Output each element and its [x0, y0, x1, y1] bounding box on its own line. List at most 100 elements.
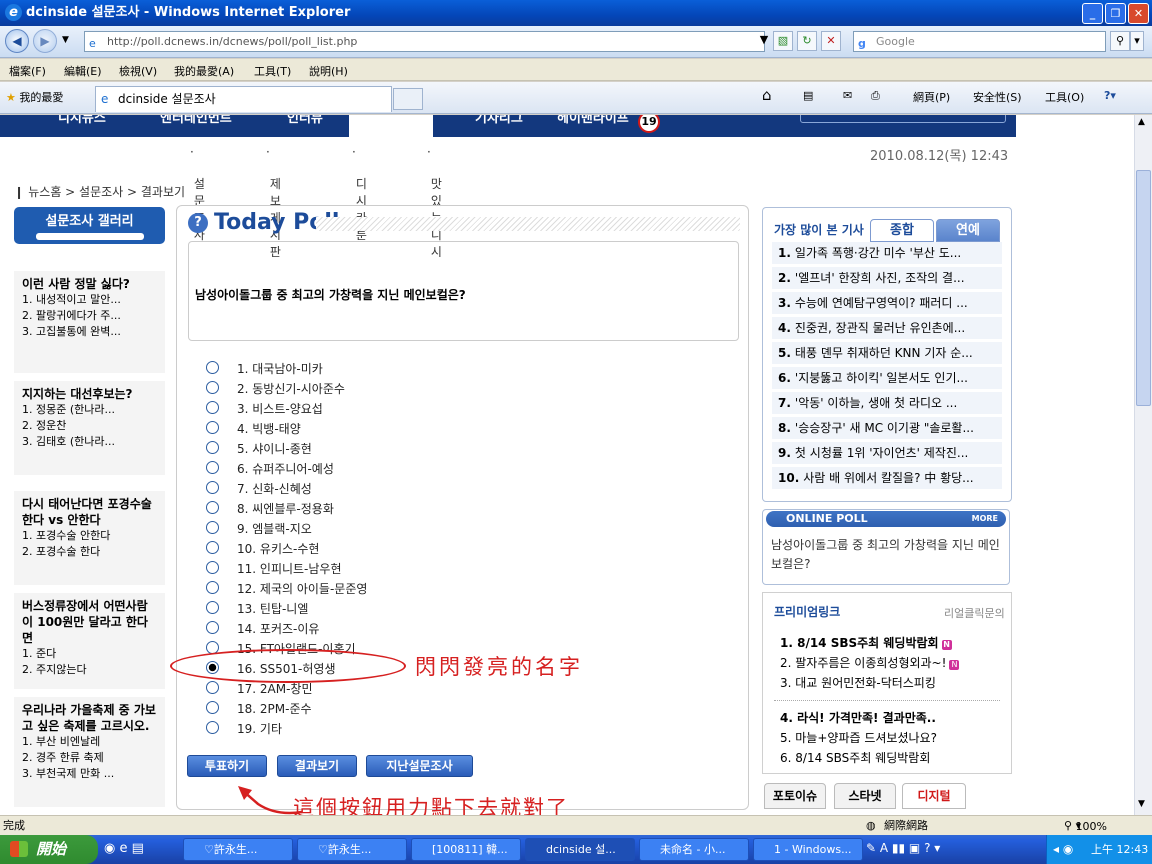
tab-overall[interactable]: 종합 — [870, 219, 934, 242]
menu-tools[interactable]: 工具(T) — [254, 63, 291, 79]
ranking-item[interactable]: 3. 수능에 연예탐구영역이? 패러디 ... — [772, 292, 1002, 314]
scroll-thumb[interactable] — [1136, 170, 1151, 406]
ranking-item[interactable]: 9. 첫 시청률 1위 '자이언츠' 제작진... — [772, 442, 1002, 464]
radio-button[interactable] — [206, 441, 219, 454]
scroll-down-icon[interactable]: ▼ — [1138, 799, 1145, 809]
mail-icon[interactable]: ✉ — [843, 89, 852, 102]
ranking-item[interactable]: 2. '엘프녀' 한장희 사진, 조작의 결... — [772, 267, 1002, 289]
menu-favorites[interactable]: 我的最愛(A) — [174, 63, 234, 79]
gallery-poll-item[interactable]: 이런 사람 정말 싫다? 1. 내성적이고 말안... 2. 팔랑귀에다가 주.… — [14, 271, 165, 373]
gallery-poll-item[interactable]: 버스정류장에서 어떤사람이 100원만 달라고 한다면 1. 준다 2. 주지않… — [14, 593, 165, 689]
taskbar-task[interactable]: ♡許永生... — [183, 838, 293, 861]
safety-menu[interactable]: 安全性(S) — [973, 89, 1022, 105]
subnav-cartoon[interactable]: · 디시카툰 — [352, 145, 367, 242]
tab-starnet[interactable]: 스타넷 — [834, 783, 896, 809]
nav-tab[interactable]: 헤이맨라이프 — [557, 115, 629, 126]
refresh-icon[interactable]: ↻ — [797, 31, 817, 51]
quicklaunch-icons[interactable]: ◉ e ▤ — [104, 841, 144, 856]
radio-button[interactable] — [206, 381, 219, 394]
minimize-button[interactable]: _ — [1082, 3, 1103, 24]
address-input[interactable]: e http://poll.dcnews.in/dcnews/poll/poll… — [84, 31, 765, 52]
radio-button[interactable] — [206, 541, 219, 554]
radio-button[interactable] — [206, 461, 219, 474]
ranking-item[interactable]: 7. '악동' 이하늘, 생애 첫 라디오 ... — [772, 392, 1002, 414]
nav-tab[interactable]: 인터뷰 — [287, 115, 323, 126]
premium-link[interactable]: 2. 팔자주름은 이종희성형외과~! N — [780, 654, 960, 671]
subnav-poll[interactable]: · 설문조사 — [190, 145, 205, 242]
radio-button[interactable] — [206, 501, 219, 514]
radio-button[interactable] — [206, 401, 219, 414]
results-button[interactable]: 결과보기 — [277, 755, 357, 777]
premium-ask-link[interactable]: 리얼클릭문의 — [944, 605, 1005, 621]
vertical-scrollbar[interactable]: ▲ ▼ — [1134, 115, 1152, 815]
tools-menu[interactable]: 工具(O) — [1045, 89, 1084, 105]
radio-button[interactable] — [206, 621, 219, 634]
taskbar-task[interactable]: ♡許永生... — [297, 838, 407, 861]
menu-file[interactable]: 檔案(F) — [9, 63, 46, 79]
premium-link[interactable]: 4. 라식! 가격만족! 결과만족.. — [780, 709, 936, 726]
nav-tab[interactable]: 엔터테인먼트 — [160, 115, 232, 126]
taskbar-task[interactable]: 未命名 - 小... — [639, 838, 749, 861]
zoom-control[interactable]: ⚲ 100% ▾ — [1064, 817, 1107, 835]
new-tab-button[interactable] — [393, 88, 423, 110]
menu-help[interactable]: 說明(H) — [309, 63, 348, 79]
more-link[interactable]: MORE — [972, 511, 998, 527]
favorites-button[interactable]: ★ 我的最愛 — [6, 89, 63, 105]
feeds-icon[interactable]: ▤ — [803, 89, 813, 102]
start-button[interactable]: 開始 — [0, 835, 98, 864]
premium-link[interactable]: 5. 마늘+양파즙 드셔보셨나요? — [780, 729, 937, 746]
gallery-poll-item[interactable]: 지지하는 대선후보는? 1. 정몽준 (한나라... 2. 정운찬 3. 김태호… — [14, 381, 165, 475]
help-icon[interactable]: ?▾ — [1104, 89, 1116, 102]
menu-edit[interactable]: 編輯(E) — [64, 63, 102, 79]
close-window-button[interactable]: ✕ — [1128, 3, 1149, 24]
ranking-item[interactable]: 6. '지붕뚫고 하이킥' 일본서도 인기... — [772, 367, 1002, 389]
page-menu[interactable]: 網頁(P) — [913, 89, 950, 105]
subnav-tasty[interactable]: · 맛있는 디시 — [427, 145, 442, 259]
print-icon[interactable]: ⎙ — [871, 89, 880, 103]
ranking-item[interactable]: 1. 일가족 폭행·강간 미수 '부산 도... — [772, 242, 1002, 264]
online-poll-text[interactable]: 남성아이돌그룹 중 최고의 가창력을 지닌 메인보컬은? — [771, 536, 1007, 574]
radio-button[interactable] — [206, 561, 219, 574]
tab-photo-issue[interactable]: 포토이슈 — [764, 783, 826, 809]
radio-button[interactable] — [206, 701, 219, 714]
menu-view[interactable]: 檢視(V) — [119, 63, 157, 79]
home-icon[interactable]: ⌂ — [762, 86, 772, 104]
tab-entertainment[interactable]: 연예 — [936, 219, 1000, 242]
premium-link[interactable]: 6. 8/14 SBS주최 웨딩박람회 — [780, 749, 930, 766]
back-button[interactable]: ◀ — [5, 29, 29, 53]
search-options-icon[interactable]: ▾ — [1130, 31, 1144, 51]
premium-link[interactable]: 3. 대교 원어민전화-닥터스피킹 — [780, 674, 936, 691]
ranking-item[interactable]: 10. 사람 배 위에서 칼질을? 中 황당... — [772, 467, 1002, 489]
browser-tab[interactable]: e dcinside 설문조사 — [95, 86, 392, 112]
search-input[interactable]: g Google — [853, 31, 1106, 52]
gallery-poll-item[interactable]: 우리나라 가을축제 중 가보고 싶은 축제를 고르시오. 1. 부산 비엔날레 … — [14, 697, 165, 807]
address-dropdown-icon[interactable]: ▼ — [754, 31, 774, 51]
forward-button[interactable]: ▶ — [33, 29, 57, 53]
language-bar-icons[interactable]: ✎ A ▮▮ ▣ ? ▾ — [866, 841, 940, 855]
taskbar-task[interactable]: 1 - Windows... — [753, 838, 863, 861]
search-icon[interactable]: ⚲ — [1110, 31, 1130, 51]
maximize-button[interactable]: ❐ — [1105, 3, 1126, 24]
taskbar-task-active[interactable]: dcinside 설... — [525, 838, 635, 861]
past-polls-button[interactable]: 지난설문조사 — [366, 755, 473, 777]
subnav-report[interactable]: · 제보게시판 — [266, 145, 281, 259]
history-dropdown-icon[interactable]: ▼ — [62, 35, 69, 45]
radio-button[interactable] — [206, 681, 219, 694]
nav-tab[interactable]: 디시뉴스 — [58, 115, 106, 126]
radio-button[interactable] — [206, 721, 219, 734]
radio-button[interactable] — [206, 481, 219, 494]
scroll-up-icon[interactable]: ▲ — [1138, 117, 1145, 127]
ranking-item[interactable]: 4. 진중권, 장관직 물러난 유인촌에... — [772, 317, 1002, 339]
premium-link[interactable]: 1. 8/14 SBS주최 웨딩박람회 N — [780, 634, 952, 651]
gallery-poll-item[interactable]: 다시 태어난다면 포경수술 한다 vs 안한다 1. 포경수술 안한다 2. 포… — [14, 491, 165, 585]
radio-button[interactable] — [206, 361, 219, 374]
radio-button[interactable] — [206, 581, 219, 594]
ranking-item[interactable]: 8. '승승장구' 새 MC 이기광 "솔로활... — [772, 417, 1002, 439]
gallery-toggle-bar[interactable] — [36, 233, 144, 240]
tray-icons[interactable]: ◂ ◉ — [1053, 835, 1073, 864]
radio-button[interactable] — [206, 601, 219, 614]
stop-icon[interactable]: ✕ — [821, 31, 841, 51]
ranking-item[interactable]: 5. 태풍 뎬무 취재하던 KNN 기자 순... — [772, 342, 1002, 364]
poll-gallery-header[interactable]: 설문조사 갤러리 — [14, 207, 165, 244]
nav-tab-active[interactable]: 페이퍼 — [349, 115, 433, 137]
